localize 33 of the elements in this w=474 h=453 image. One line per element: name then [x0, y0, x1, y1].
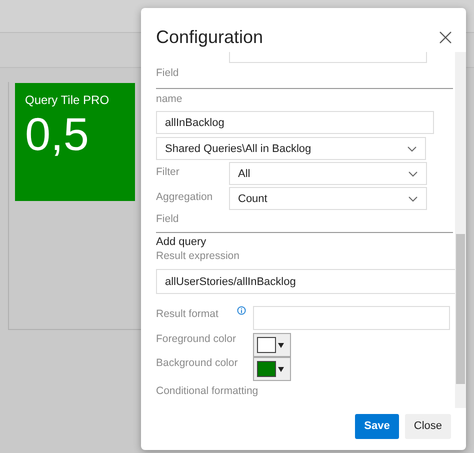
caret-icon: [278, 366, 284, 372]
color-picker[interactable]: [253, 333, 291, 357]
filter-select[interactable]: All: [229, 162, 427, 185]
filter-label: Filter: [156, 166, 180, 179]
close-button[interactable]: Close: [404, 414, 451, 438]
field-label: Field: [156, 67, 179, 80]
result-expression-field[interactable]: allUserStories/allInBacklog: [156, 269, 455, 294]
conditional-formatting-label: Conditional formatting: [156, 385, 258, 398]
query-tile[interactable]: Query Tile PRO 0,5: [15, 83, 135, 201]
chevron-down-icon: [408, 196, 418, 202]
chevron-down-icon: [408, 170, 418, 176]
field-label: Field: [156, 213, 179, 226]
dialog-title: Configuration: [156, 26, 264, 48]
query-select[interactable]: Shared Queries\All in Backlog: [156, 137, 426, 160]
aggregation-label: Aggregation: [156, 191, 213, 204]
aggregation-select[interactable]: Count: [229, 187, 427, 210]
close-icon[interactable]: [439, 30, 452, 44]
result-expression-label: Result expression: [156, 250, 240, 263]
tile-title: Query Tile PRO: [25, 93, 110, 107]
tile-value: 0,5: [25, 109, 89, 160]
add-query-link[interactable]: Add query: [156, 236, 206, 249]
color-picker[interactable]: [253, 357, 291, 381]
color-label: Background color: [156, 357, 238, 370]
color-label: Foreground color: [156, 333, 236, 346]
scrollbar[interactable]: [455, 52, 466, 408]
info-icon[interactable]: [237, 306, 246, 315]
name-field[interactable]: allInBacklog: [156, 111, 434, 134]
name-label: name: [156, 93, 182, 106]
caret-icon: [278, 342, 284, 348]
chevron-down-icon: [407, 146, 417, 152]
result-format-field[interactable]: [253, 306, 450, 330]
result-format-label: Result format: [156, 308, 218, 321]
save-button[interactable]: Save: [355, 414, 399, 438]
